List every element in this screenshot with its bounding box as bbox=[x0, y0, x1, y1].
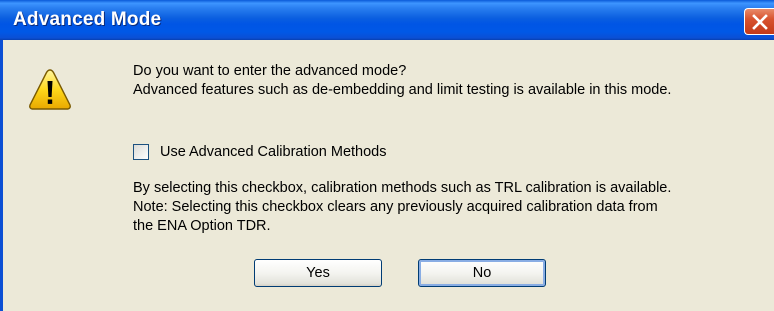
close-icon bbox=[752, 14, 768, 30]
close-button[interactable] bbox=[744, 8, 774, 35]
no-button[interactable]: No bbox=[418, 259, 546, 287]
note-line-3: the ENA Option TDR. bbox=[133, 218, 271, 234]
note-line-2: Note: Selecting this checkbox clears any… bbox=[133, 199, 658, 215]
message-line-1: Do you want to enter the advanced mode? bbox=[133, 63, 407, 79]
dialog-title: Advanced Mode bbox=[13, 9, 162, 30]
window-frame-left bbox=[0, 40, 3, 311]
warning-icon bbox=[29, 69, 71, 110]
advanced-mode-dialog: Advanced Mode Do you want to enter the a… bbox=[0, 0, 774, 311]
message-line-2: Advanced features such as de-embedding a… bbox=[133, 82, 672, 98]
yes-button[interactable]: Yes bbox=[254, 259, 382, 287]
note-line-1: By selecting this checkbox, calibration … bbox=[133, 180, 672, 196]
title-bar[interactable]: Advanced Mode bbox=[0, 0, 774, 40]
advanced-calibration-checkbox[interactable] bbox=[133, 144, 149, 160]
advanced-calibration-checkbox-label[interactable]: Use Advanced Calibration Methods bbox=[160, 143, 387, 162]
